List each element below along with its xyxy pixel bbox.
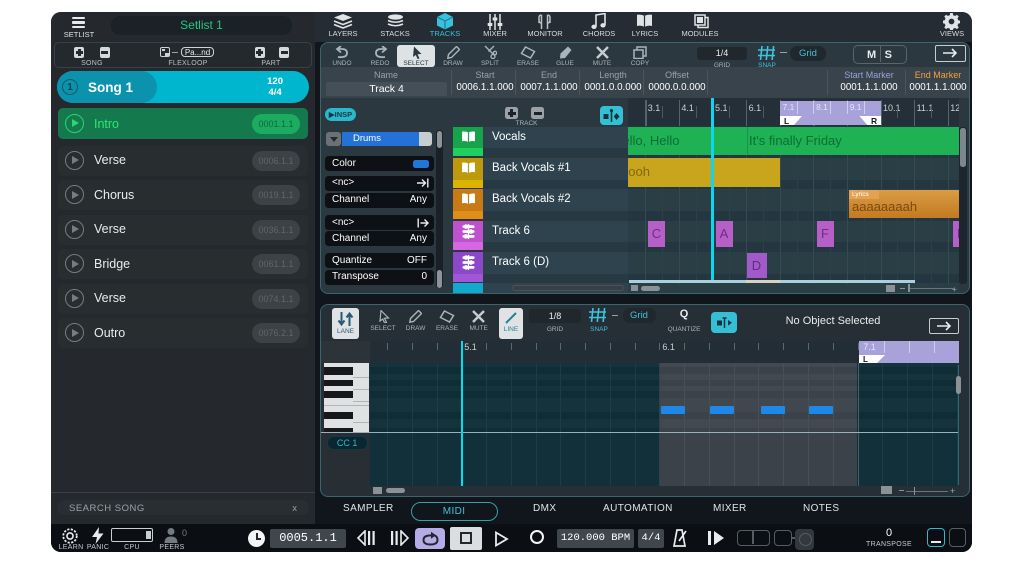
svg-text:L: L	[863, 355, 868, 363]
svg-text:L: L	[784, 116, 789, 125]
svg-text:R: R	[871, 116, 877, 125]
